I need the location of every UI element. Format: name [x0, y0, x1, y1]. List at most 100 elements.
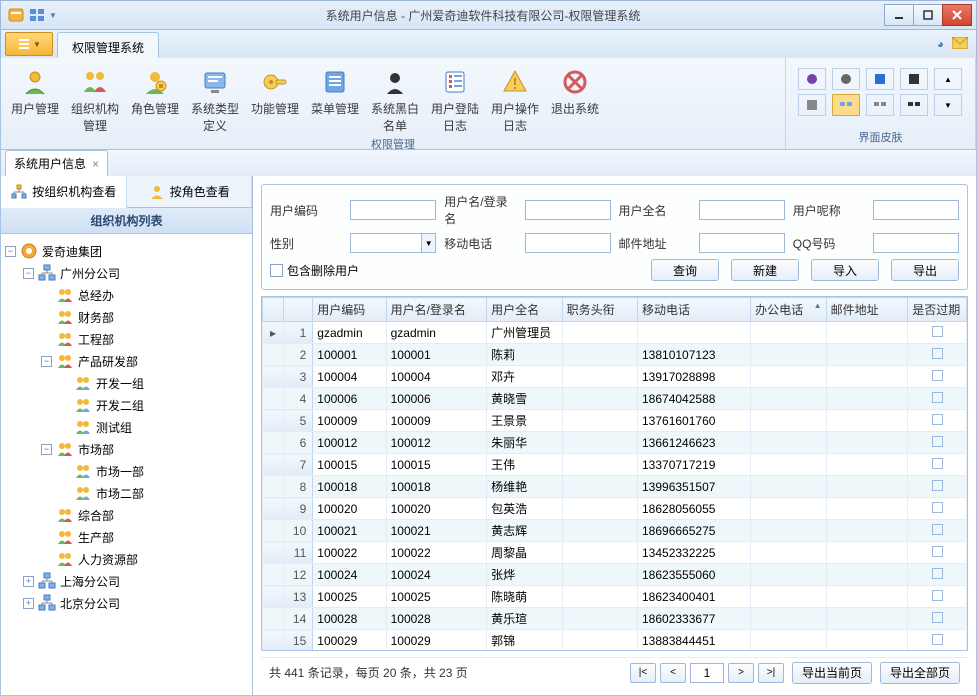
- document-tab[interactable]: 系统用户信息 ×: [5, 150, 108, 176]
- skin-scroll-up[interactable]: ▲: [934, 68, 962, 90]
- qat-dropdown-icon[interactable]: ▼: [49, 11, 57, 20]
- checkbox-icon[interactable]: [932, 634, 943, 645]
- checkbox-icon[interactable]: [932, 502, 943, 513]
- ribbon-loginlog-button[interactable]: 用户登陆日志: [427, 62, 483, 134]
- close-tab-icon[interactable]: ×: [92, 157, 99, 171]
- ribbon-menu-button[interactable]: 菜单管理: [307, 62, 363, 134]
- table-row[interactable]: 2100001100001陈莉13810107123: [263, 344, 967, 366]
- tree-node[interactable]: 工程部: [5, 328, 248, 350]
- help-icon[interactable]: ◕: [937, 37, 944, 51]
- ribbon-tab[interactable]: 权限管理系统: [57, 32, 159, 58]
- col-code[interactable]: 用户编码: [313, 298, 386, 322]
- import-button[interactable]: 导入: [811, 259, 879, 281]
- prev-page-button[interactable]: <: [660, 663, 686, 683]
- input-email[interactable]: [699, 233, 785, 253]
- first-page-button[interactable]: |<: [630, 663, 656, 683]
- checkbox-icon[interactable]: [932, 370, 943, 381]
- col-login[interactable]: 用户名/登录名: [386, 298, 487, 322]
- export-page-button[interactable]: 导出当前页: [792, 662, 872, 684]
- tree-node[interactable]: −市场部: [5, 438, 248, 460]
- tree-node[interactable]: 测试组: [5, 416, 248, 438]
- file-menu-button[interactable]: ▼: [5, 32, 53, 56]
- tree-node[interactable]: 开发二组: [5, 394, 248, 416]
- col-title[interactable]: 职务头衔: [562, 298, 637, 322]
- ribbon-bw-button[interactable]: 系统黑白名单: [367, 62, 423, 134]
- tree-node[interactable]: +北京分公司: [5, 592, 248, 614]
- tree-toggle-icon[interactable]: +: [23, 576, 34, 587]
- tree-toggle-icon[interactable]: −: [41, 356, 52, 367]
- table-row[interactable]: 4100006100006黄晓雪18674042588: [263, 388, 967, 410]
- last-page-button[interactable]: >|: [758, 663, 784, 683]
- checkbox-icon[interactable]: [932, 326, 943, 337]
- tree-node[interactable]: 人力资源部: [5, 548, 248, 570]
- qat-icon[interactable]: [29, 7, 45, 23]
- tree-toggle-icon[interactable]: −: [23, 268, 34, 279]
- checkbox-icon[interactable]: [932, 524, 943, 535]
- tree-toggle-icon[interactable]: −: [5, 246, 16, 257]
- export-all-button[interactable]: 导出全部页: [880, 662, 960, 684]
- skin-swatch[interactable]: [832, 68, 860, 90]
- table-row[interactable]: 8100018100018杨维艳13996351507: [263, 476, 967, 498]
- checkbox-icon[interactable]: [932, 414, 943, 425]
- tab-by-role[interactable]: 按角色查看: [127, 176, 253, 207]
- checkbox-icon[interactable]: [932, 590, 943, 601]
- table-row[interactable]: 13100025100025陈晓萌18623400401: [263, 586, 967, 608]
- close-button[interactable]: [942, 4, 972, 26]
- col-expired[interactable]: 是否过期: [908, 298, 967, 322]
- ribbon-systype-button[interactable]: 系统类型定义: [187, 62, 243, 134]
- input-gender[interactable]: [350, 233, 422, 253]
- skin-swatch-selected[interactable]: [832, 94, 860, 116]
- table-row[interactable]: 14100028100028黄乐瑄18602333677: [263, 608, 967, 630]
- tree-toggle-icon[interactable]: −: [41, 444, 52, 455]
- table-row[interactable]: 7100015100015王伟13370717219: [263, 454, 967, 476]
- ribbon-func-button[interactable]: 功能管理: [247, 62, 303, 134]
- skin-swatch[interactable]: [866, 94, 894, 116]
- tree-toggle-icon[interactable]: +: [23, 598, 34, 609]
- table-row[interactable]: 9100020100020包英浩18628056055: [263, 498, 967, 520]
- tree-node[interactable]: 市场二部: [5, 482, 248, 504]
- tree-node[interactable]: 生产部: [5, 526, 248, 548]
- gender-dropdown-icon[interactable]: ▼: [422, 233, 436, 253]
- tree-node[interactable]: 市场一部: [5, 460, 248, 482]
- ribbon-exit-button[interactable]: 退出系统: [547, 62, 603, 134]
- ribbon-role-button[interactable]: 角色管理: [127, 62, 183, 134]
- col-email[interactable]: 邮件地址: [826, 298, 908, 322]
- input-code[interactable]: [350, 200, 436, 220]
- table-row[interactable]: 12100024100024张烨18623555060: [263, 564, 967, 586]
- table-row[interactable]: ▸1gzadmingzadmin广州管理员: [263, 322, 967, 344]
- tab-by-org[interactable]: 按组织机构查看: [1, 176, 127, 208]
- input-mobile[interactable]: [525, 233, 611, 253]
- input-nick[interactable]: [873, 200, 959, 220]
- checkbox-icon[interactable]: [932, 392, 943, 403]
- table-row[interactable]: 3100004100004邓卉13917028898: [263, 366, 967, 388]
- skin-swatch[interactable]: [866, 68, 894, 90]
- input-login[interactable]: [525, 200, 611, 220]
- tree-node[interactable]: 总经办: [5, 284, 248, 306]
- tree-node[interactable]: 开发一组: [5, 372, 248, 394]
- tree-node[interactable]: 综合部: [5, 504, 248, 526]
- tree-node[interactable]: −产品研发部: [5, 350, 248, 372]
- page-input[interactable]: [690, 663, 724, 683]
- input-fullname[interactable]: [699, 200, 785, 220]
- ribbon-org-button[interactable]: 组织机构管理: [67, 62, 123, 134]
- skin-swatch[interactable]: [900, 68, 928, 90]
- skin-swatch[interactable]: [798, 68, 826, 90]
- query-button[interactable]: 查询: [651, 259, 719, 281]
- table-row[interactable]: 15100029100029郭锦13883844451: [263, 630, 967, 651]
- checkbox-icon[interactable]: [932, 546, 943, 557]
- mail-icon[interactable]: [952, 37, 968, 52]
- table-row[interactable]: 6100012100012朱丽华13661246623: [263, 432, 967, 454]
- tree-node[interactable]: +上海分公司: [5, 570, 248, 592]
- tree-node[interactable]: −爱奇迪集团: [5, 240, 248, 262]
- skin-swatch[interactable]: [798, 94, 826, 116]
- checkbox-icon[interactable]: [932, 348, 943, 359]
- ribbon-oplog-button[interactable]: 用户操作日志: [487, 62, 543, 134]
- tree-node[interactable]: 财务部: [5, 306, 248, 328]
- table-row[interactable]: 5100009100009王景景13761601760: [263, 410, 967, 432]
- checkbox-icon[interactable]: [932, 480, 943, 491]
- checkbox-include-deleted[interactable]: 包含删除用户: [270, 262, 359, 279]
- next-page-button[interactable]: >: [728, 663, 754, 683]
- ribbon-user-button[interactable]: 用户管理: [7, 62, 63, 134]
- col-mobile[interactable]: 移动电话: [638, 298, 751, 322]
- minimize-button[interactable]: [884, 4, 914, 26]
